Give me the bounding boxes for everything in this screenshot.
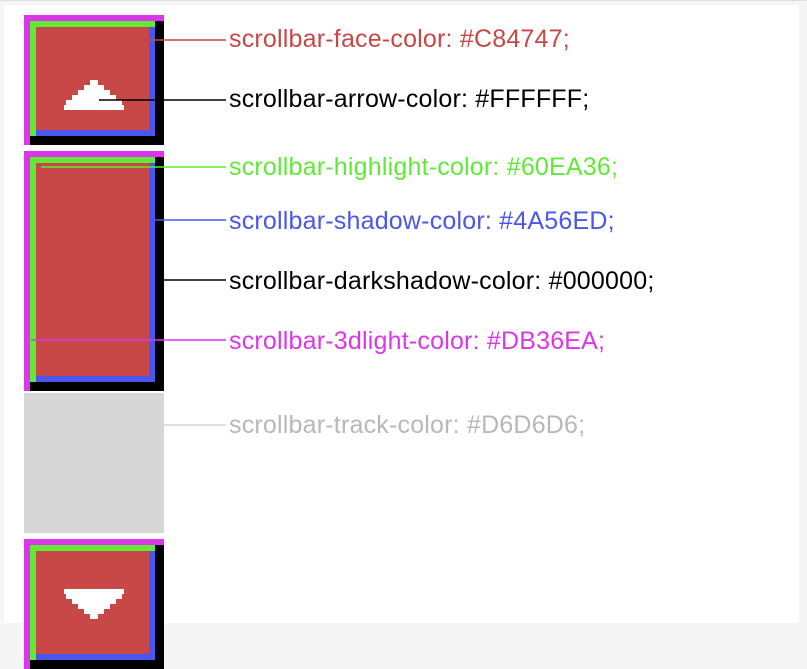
diagram-panel: scrollbar-face-color: #C84747; scrollbar… <box>4 5 799 623</box>
label-highlight: scrollbar-highlight-color: #60EA36; <box>229 153 618 182</box>
label-darkshadow: scrollbar-darkshadow-color: #000000; <box>229 267 654 296</box>
scrollbar-track <box>24 393 164 533</box>
face <box>36 27 149 130</box>
scrollbar-mock <box>24 15 164 669</box>
arrow-up-icon <box>64 80 124 110</box>
thumb-face <box>36 163 149 376</box>
label-shadow: scrollbar-shadow-color: #4A56ED; <box>229 207 615 236</box>
label-arrow: scrollbar-arrow-color: #FFFFFF; <box>229 85 589 114</box>
scrollbar-thumb <box>24 151 164 391</box>
label-track: scrollbar-track-color: #D6D6D6; <box>229 411 585 440</box>
arrow-down-icon <box>64 589 124 619</box>
scrollbar-down-button <box>24 539 164 669</box>
scrollbar-up-button <box>24 15 164 145</box>
label-face: scrollbar-face-color: #C84747; <box>229 25 570 54</box>
label-3dlight: scrollbar-3dlight-color: #DB36EA; <box>229 327 605 356</box>
